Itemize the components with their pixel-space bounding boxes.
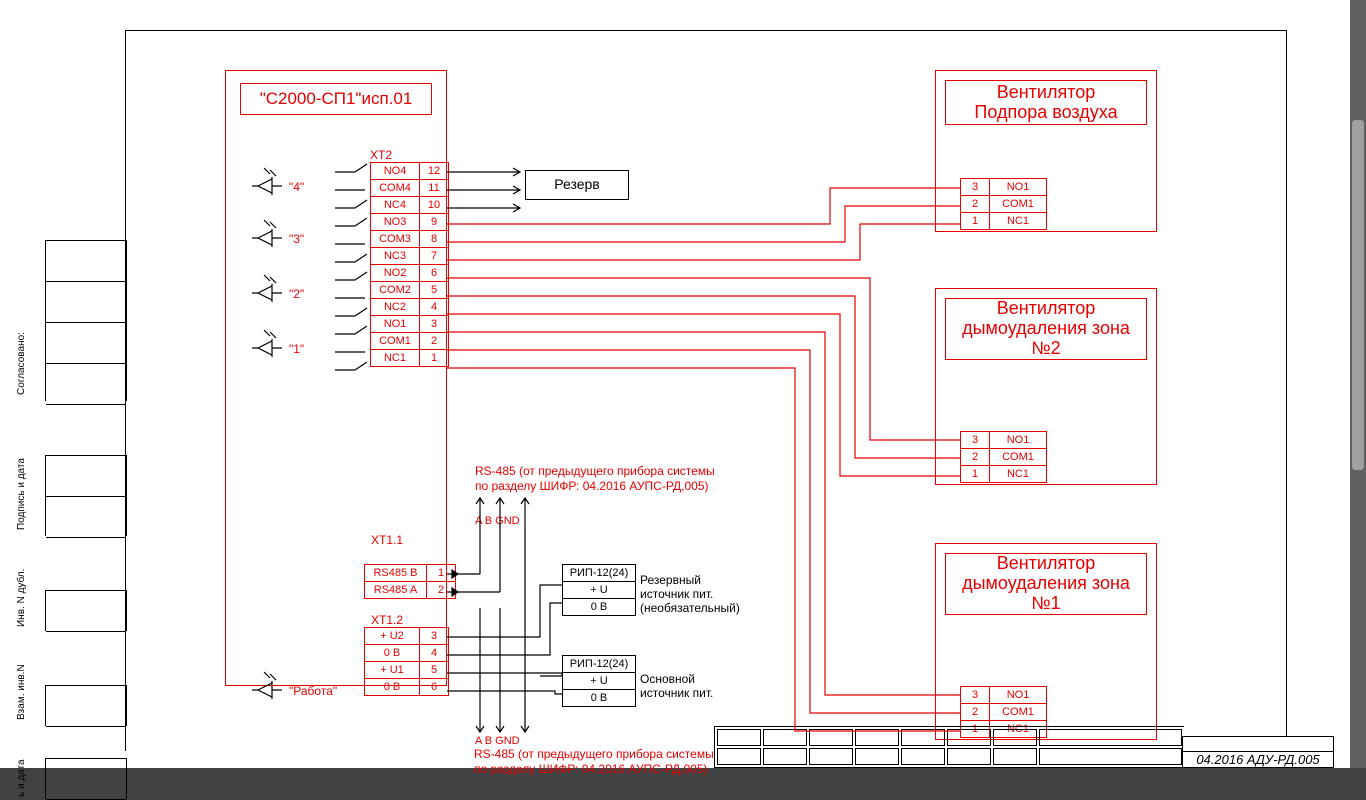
xt11-table: RS485 B1RS485 A2 (364, 564, 456, 599)
rip-bot: РИП-12(24) + U 0 В (562, 655, 636, 707)
left-slot-2 (45, 455, 127, 536)
side-label-a: Согласовано: (16, 332, 27, 395)
work-label: "Работа" (289, 684, 337, 698)
rs485-note-bot: RS-485 (от предыдущего прибора системыпо… (474, 747, 714, 777)
abg-top: A B GND (475, 515, 520, 529)
doc-number-box: 04.2016 АДУ-РД.005 (1182, 736, 1334, 768)
device-title: "С2000-СП1"исп.01 (240, 83, 432, 115)
side-label-b: Подпись и дата (16, 458, 27, 530)
rs485-note-top: RS-485 (от предыдущего прибора системыпо… (475, 464, 715, 494)
side-label-e: ь и дата (16, 759, 27, 797)
reserve-box: Резерв (525, 170, 629, 200)
left-slot-1 (45, 240, 127, 401)
channel-label-4: "4" (289, 180, 304, 194)
xt12-table: + U230 В4+ U150 В6 (364, 627, 449, 696)
channel-label-1: "1" (289, 342, 304, 356)
xt2-table: NO412COM411NC410NO39COM38NC37NO26COM25NC… (370, 162, 449, 367)
xt12-label: XT1.2 (371, 613, 403, 627)
rip-top: РИП-12(24) + U 0 В (562, 564, 636, 616)
rip-bot-note: Основнойисточник пит. (640, 672, 713, 700)
fan-1-title: Вентилятор Подпора воздуха (945, 80, 1147, 125)
channel-label-3: "3" (289, 232, 304, 246)
left-slot-3 (45, 590, 127, 631)
xt11-label: XT1.1 (371, 533, 403, 547)
xt2-label: XT2 (370, 148, 392, 162)
vertical-scrollbar[interactable] (1350, 0, 1366, 768)
fan-1-terms: 3NO12COM11NC1 (960, 178, 1047, 230)
left-slot-5 (45, 758, 127, 799)
rip-top-note: Резервныйисточник пит.(необязательный) (640, 573, 740, 615)
scrollbar-thumb[interactable] (1352, 120, 1364, 470)
fan-3-title: Вентилятор дымоудаления зона №1 (945, 553, 1147, 615)
side-label-d: Взам. инв.N (16, 664, 27, 720)
drawing-paper: Согласовано: Подпись и дата Инв. N дубл.… (0, 0, 1350, 768)
fan-2-title: Вентилятор дымоудаления зона №2 (945, 298, 1147, 360)
titleblock-grid (714, 726, 1184, 768)
left-slot-4 (45, 685, 127, 726)
fan-2-terms: 3NO12COM11NC1 (960, 431, 1047, 483)
side-label-c: Инв. N дубл. (16, 569, 27, 627)
channel-label-2: "2" (289, 287, 304, 301)
